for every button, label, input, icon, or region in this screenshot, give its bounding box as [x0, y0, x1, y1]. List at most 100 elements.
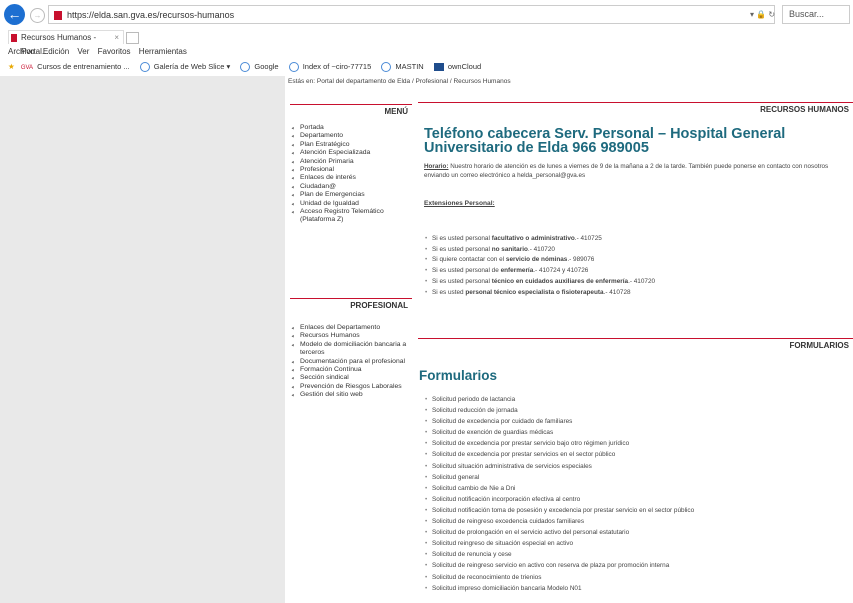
fav-webslice[interactable]: Galería de Web Slice ▾	[139, 62, 235, 73]
extensiones-title: Extensiones Personal:	[424, 200, 495, 207]
formulario-item[interactable]: Solicitud situación administrativa de se…	[424, 461, 694, 472]
profesional-item[interactable]: Gestión del sitio web	[289, 391, 411, 399]
formulario-item[interactable]: Solicitud de excedencia por prestar serv…	[424, 449, 694, 460]
menu-item[interactable]: Enlaces de interés	[289, 174, 415, 182]
extension-bold: enfermería	[500, 267, 534, 275]
formularios-header: FORMULARIOS	[418, 338, 853, 352]
url-input[interactable]: https://elda.san.gva.es/recursos-humanos	[48, 5, 775, 24]
formulario-item[interactable]: Solicitud cambio de Nie a Dni	[424, 483, 694, 494]
extension-post: .- 410720	[527, 245, 555, 253]
extension-bold: no sanitario	[491, 245, 528, 253]
menu-ver[interactable]: Ver	[77, 47, 89, 56]
extension-pre: Si quiere contactar con el	[432, 256, 506, 264]
formulario-item[interactable]: Solicitud periodo de lactancia	[424, 394, 694, 405]
extension-bold: técnico en cuidados auxiliares de enferm…	[491, 277, 629, 285]
gva-icon: GVA	[20, 65, 34, 71]
extension-item: Si es usted personal no sanitario.- 4107…	[424, 245, 655, 256]
menu-favoritos[interactable]: Favoritos	[98, 47, 131, 56]
extension-item: Si es usted personal técnico en cuidados…	[424, 277, 655, 288]
menu-item[interactable]: Acceso Registro Telemático (Plataforma Z…	[289, 208, 415, 225]
favorites-star-icon[interactable]: ★	[8, 62, 15, 71]
url-text: https://elda.san.gva.es/recursos-humanos	[67, 10, 235, 20]
formulario-item[interactable]: Solicitud reingreso de situación especia…	[424, 538, 694, 549]
ie-icon	[288, 62, 299, 73]
formulario-item[interactable]: Solicitud notificación toma de posesión …	[424, 505, 694, 516]
owncloud-icon	[433, 63, 444, 72]
formulario-item[interactable]: Solicitud reducción de jornada	[424, 405, 694, 416]
formulario-item[interactable]: Solicitud impreso domiciliación bancaria…	[424, 583, 694, 594]
profesional-item[interactable]: Prevención de Riesgos Laborales	[289, 383, 411, 391]
profesional-item[interactable]: Documentación para el profesional	[289, 358, 411, 366]
page-content: Estás en: Portal del departamento de Eld…	[285, 76, 853, 603]
profesional-item[interactable]: Modelo de domiciliación bancaria a terce…	[289, 341, 411, 358]
ie-icon	[240, 62, 251, 73]
main-menu-list: PortadaDepartamentoPlan EstratégicoAtenc…	[289, 124, 415, 225]
menu-box-title: MENÚ	[290, 104, 412, 118]
menu-item[interactable]: Plan Estratégico	[289, 141, 415, 149]
formularios-list: Solicitud periodo de lactanciaSolicitud …	[424, 394, 694, 594]
menu-item[interactable]: Unidad de Igualdad	[289, 200, 415, 208]
extension-bold: facultativo o administrativo	[491, 235, 575, 242]
back-button[interactable]: ←	[4, 4, 25, 25]
profesional-box-title: PROFESIONAL	[290, 298, 412, 312]
formulario-item[interactable]: Solicitud de reingreso excedencia cuidad…	[424, 516, 694, 527]
fav-index[interactable]: Index of ~ciro-77715	[288, 62, 376, 73]
formulario-item[interactable]: Solicitud de prolongación en el servicio…	[424, 527, 694, 538]
extension-post: .- 410728	[603, 288, 631, 296]
formulario-item[interactable]: Solicitud de renuncia y cese	[424, 549, 694, 560]
fav-google[interactable]: Google	[240, 62, 282, 73]
tab-recursos-humanos[interactable]: Recursos Humanos - Portal... ×	[8, 30, 124, 56]
profesional-item[interactable]: Sección sindical	[289, 374, 411, 382]
menu-herramientas[interactable]: Herramientas	[139, 47, 187, 56]
profesional-menu-list: Enlaces del DepartamentoRecursos Humanos…	[289, 324, 411, 400]
formulario-item[interactable]: Solicitud de reconocimiento de trienios	[424, 572, 694, 583]
menu-item[interactable]: Profesional	[289, 166, 415, 174]
fav-mastin[interactable]: MASTIN	[381, 62, 427, 73]
extension-pre: Si es usted personal	[432, 245, 492, 253]
forward-button[interactable]: →	[30, 8, 45, 23]
profesional-item[interactable]: Formación Contínua	[289, 366, 411, 374]
extension-post: .- 989076	[567, 256, 595, 264]
profesional-item[interactable]: Enlaces del Departamento	[289, 324, 411, 332]
extension-post: .- 410720	[628, 277, 656, 285]
horario-body: Nuestro horario de atención es de lunes …	[424, 163, 829, 179]
horario-label: Horario:	[424, 163, 449, 170]
lock-refresh-icons[interactable]: ▾ 🔒 ↻	[750, 10, 775, 19]
breadcrumb: Estás en: Portal del departamento de Eld…	[288, 78, 511, 85]
extension-pre: Si es usted personal de	[432, 267, 501, 275]
menu-item[interactable]: Plan de Emergencias	[289, 191, 415, 199]
ie-icon	[381, 62, 392, 73]
formulario-item[interactable]: Solicitud notificación incorporación efe…	[424, 494, 694, 505]
fav-owncloud[interactable]: ownCloud	[433, 62, 485, 72]
tab-bar: Recursos Humanos - Portal... ×	[0, 30, 853, 56]
profesional-item[interactable]: Recursos Humanos	[289, 332, 411, 340]
close-tab-icon[interactable]: ×	[114, 31, 119, 45]
formulario-item[interactable]: Solicitud general	[424, 472, 694, 483]
extension-pre: Si es usted	[432, 288, 466, 296]
formulario-item[interactable]: Solicitud de excedencia por cuidado de f…	[424, 416, 694, 427]
fav-cursos[interactable]: GVA Cursos de entrenamiento ...	[21, 62, 134, 71]
extension-post: .- 410725	[574, 235, 602, 242]
horario-text: Horario: Nuestro horario de atención es …	[424, 162, 853, 180]
formulario-item[interactable]: Solicitud de reingreso servicio en activ…	[424, 560, 694, 571]
extension-pre: Si es usted personal	[432, 235, 492, 242]
search-input[interactable]: Buscar...	[782, 5, 850, 24]
new-tab-button[interactable]	[126, 32, 139, 44]
extension-bold: servicio de nóminas	[505, 256, 568, 264]
ie-icon	[139, 62, 150, 73]
menu-item[interactable]: Atención Primaria	[289, 158, 415, 166]
menu-item[interactable]: Departamento	[289, 132, 415, 140]
menu-item[interactable]: Portada	[289, 124, 415, 132]
address-bar-row: ← → https://elda.san.gva.es/recursos-hum…	[0, 0, 853, 30]
page-title: Teléfono cabecera Serv. Personal – Hospi…	[424, 126, 786, 156]
extension-item: Si es usted personal de enfermería.- 410…	[424, 266, 655, 277]
formulario-item[interactable]: Solicitud de excedencia por prestar serv…	[424, 438, 694, 449]
menu-item[interactable]: Ciudadan@	[289, 183, 415, 191]
menu-item[interactable]: Atención Especializada	[289, 149, 415, 157]
extension-item: Si es usted personal técnico especialist…	[424, 288, 655, 299]
extension-pre: Si es usted personal	[432, 277, 492, 285]
formulario-item[interactable]: Solicitud de exención de guardias médica…	[424, 427, 694, 438]
extension-post: .- 410724 y 410726	[533, 267, 589, 275]
extensiones-list: Si es usted personal facultativo o admin…	[424, 234, 655, 298]
site-favicon-icon	[54, 11, 62, 20]
